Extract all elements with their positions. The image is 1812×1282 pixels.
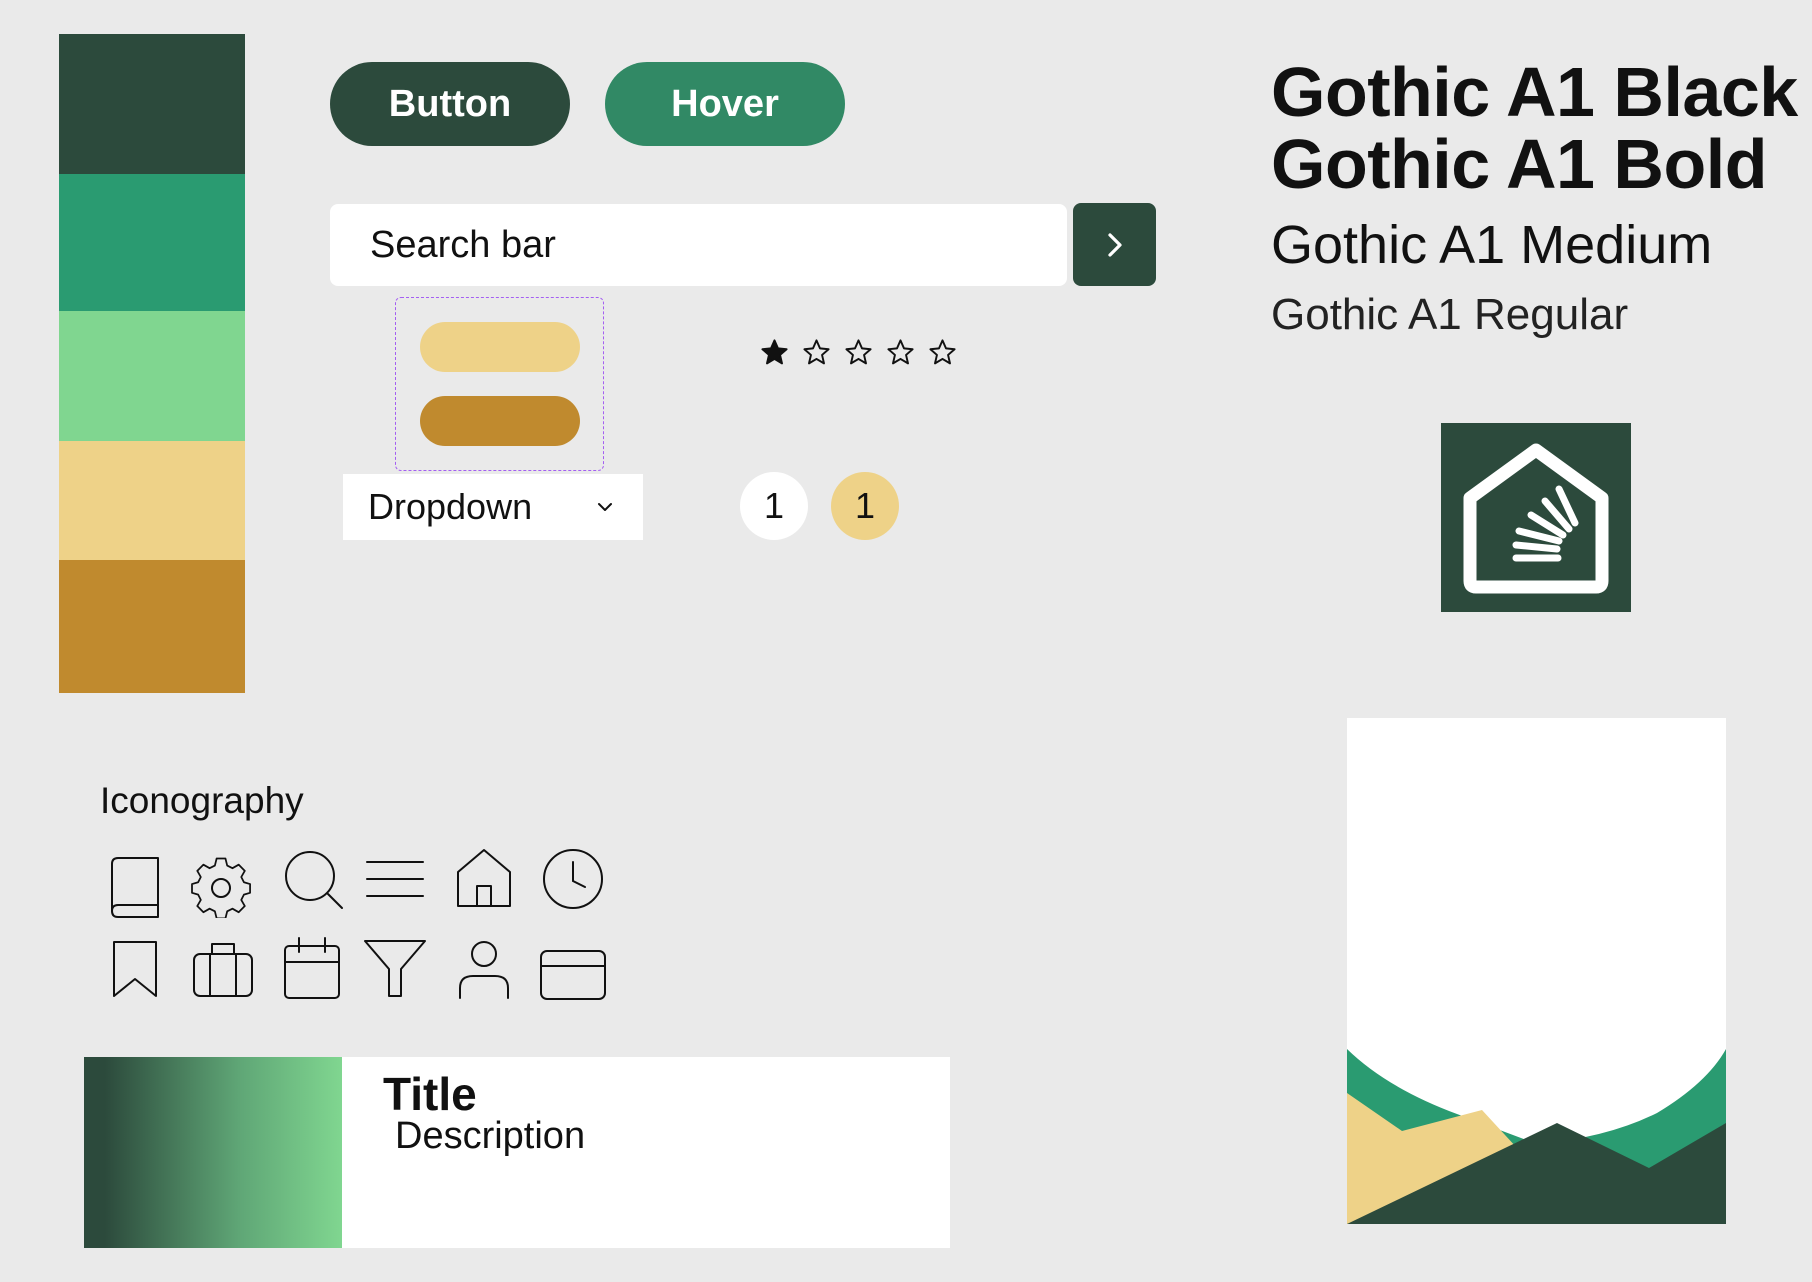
star-filled-icon[interactable] — [760, 338, 789, 367]
pill-toggle-dark[interactable] — [420, 396, 580, 446]
chevron-right-icon — [1107, 232, 1122, 257]
content-card[interactable]: Title Description — [84, 1057, 950, 1248]
pagination-page[interactable]: 1 — [740, 472, 808, 540]
calendar-icon[interactable] — [279, 936, 345, 1002]
search-submit-button[interactable] — [1073, 203, 1156, 286]
pill-toggle-light[interactable] — [420, 322, 580, 372]
briefcase-icon[interactable] — [190, 936, 256, 1002]
swatch-light-green — [59, 311, 245, 441]
book-icon[interactable] — [102, 852, 168, 918]
filter-icon[interactable] — [362, 936, 428, 1002]
iconography-heading: Iconography — [100, 780, 304, 821]
swatch-light-yellow — [59, 441, 245, 560]
primary-button[interactable]: Button — [330, 62, 570, 146]
pill-toggle-group — [395, 297, 604, 471]
credit-card-icon[interactable] — [540, 942, 606, 1008]
card-title: Title — [383, 1068, 477, 1120]
landscape-illustration — [1347, 718, 1726, 1224]
app-logo — [1441, 423, 1631, 612]
search-icon[interactable] — [280, 846, 346, 912]
card-description: Description — [395, 1115, 586, 1157]
swatch-green — [59, 174, 245, 311]
card-image — [84, 1057, 342, 1248]
pagination-page-active[interactable]: 1 — [831, 472, 899, 540]
mountain-illustration — [1347, 1049, 1726, 1224]
chevron-down-icon — [598, 503, 612, 511]
star-outline-icon[interactable] — [886, 338, 915, 367]
user-icon[interactable] — [451, 936, 517, 1002]
home-icon[interactable] — [451, 846, 517, 912]
font-sample-regular: Gothic A1 Regular — [1271, 290, 1629, 339]
menu-icon[interactable] — [362, 846, 428, 912]
search-bar — [330, 204, 1067, 286]
star-outline-icon[interactable] — [802, 338, 831, 367]
dropdown[interactable]: Dropdown — [343, 474, 643, 540]
star-outline-icon[interactable] — [844, 338, 873, 367]
search-input[interactable] — [330, 204, 1067, 286]
star-rating — [760, 338, 957, 367]
star-outline-icon[interactable] — [928, 338, 957, 367]
font-sample-medium: Gothic A1 Medium — [1271, 215, 1713, 275]
swatch-dark-green — [59, 34, 245, 174]
bookmark-icon[interactable] — [102, 936, 168, 1002]
house-stack-logo — [1463, 443, 1609, 594]
gear-icon[interactable] — [188, 852, 254, 918]
swatch-ochre — [59, 560, 245, 693]
clock-icon[interactable] — [540, 846, 606, 912]
font-sample-black: Gothic A1 Black — [1271, 53, 1798, 131]
color-palette — [59, 34, 245, 693]
font-sample-bold: Gothic A1 Bold — [1271, 125, 1767, 203]
primary-button-hover[interactable]: Hover — [605, 62, 845, 146]
dropdown-label: Dropdown — [368, 486, 533, 527]
